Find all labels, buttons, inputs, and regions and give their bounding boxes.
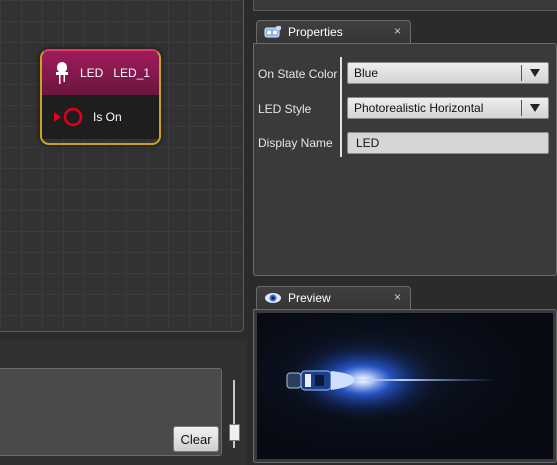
tab-properties[interactable]: Properties ×	[256, 20, 411, 43]
close-icon[interactable]: ×	[394, 24, 401, 38]
preview-panel	[253, 309, 557, 463]
chevron-down-icon[interactable]	[530, 104, 540, 112]
preview-tab-label: Preview	[288, 291, 331, 305]
log-slider-thumb[interactable]	[229, 424, 240, 441]
on-state-color-dropdown[interactable]: Blue	[347, 62, 549, 84]
led-bulb-icon	[55, 61, 69, 85]
node-body: Is On	[42, 95, 159, 139]
led-node[interactable]: LED LED_1 Is On	[40, 49, 161, 145]
display-name-field[interactable]: LED	[347, 132, 549, 154]
led-style-value: Photorealistic Horizontal	[354, 101, 484, 115]
dropdown-divider	[521, 65, 522, 81]
close-icon[interactable]: ×	[394, 290, 401, 304]
chevron-down-icon[interactable]	[530, 69, 540, 77]
node-type-label: LED	[80, 66, 104, 80]
on-state-color-value: Blue	[354, 66, 379, 80]
properties-tab-label: Properties	[288, 25, 343, 39]
clear-button[interactable]: Clear	[173, 426, 219, 452]
properties-icon	[264, 25, 282, 39]
node-header[interactable]: LED LED_1	[42, 51, 159, 95]
prop-label-on-state-color: On State Color	[258, 67, 338, 81]
node-canvas[interactable]: LED LED_1 Is On	[0, 0, 244, 332]
pin-label: Is On	[93, 110, 122, 124]
prop-label-display-name: Display Name	[258, 136, 333, 150]
prop-label-led-style: LED Style	[258, 102, 312, 116]
top-panel-edge	[253, 0, 557, 11]
eye-icon	[264, 291, 282, 305]
led-preview-canvas	[257, 313, 553, 459]
output-pin-icon[interactable]	[52, 106, 86, 128]
dropdown-divider	[521, 100, 522, 116]
node-name-label: LED_1	[113, 66, 151, 80]
tab-preview[interactable]: Preview ×	[256, 286, 411, 309]
led-preview-image	[283, 338, 497, 422]
led-style-dropdown[interactable]: Photorealistic Horizontal	[347, 97, 549, 119]
